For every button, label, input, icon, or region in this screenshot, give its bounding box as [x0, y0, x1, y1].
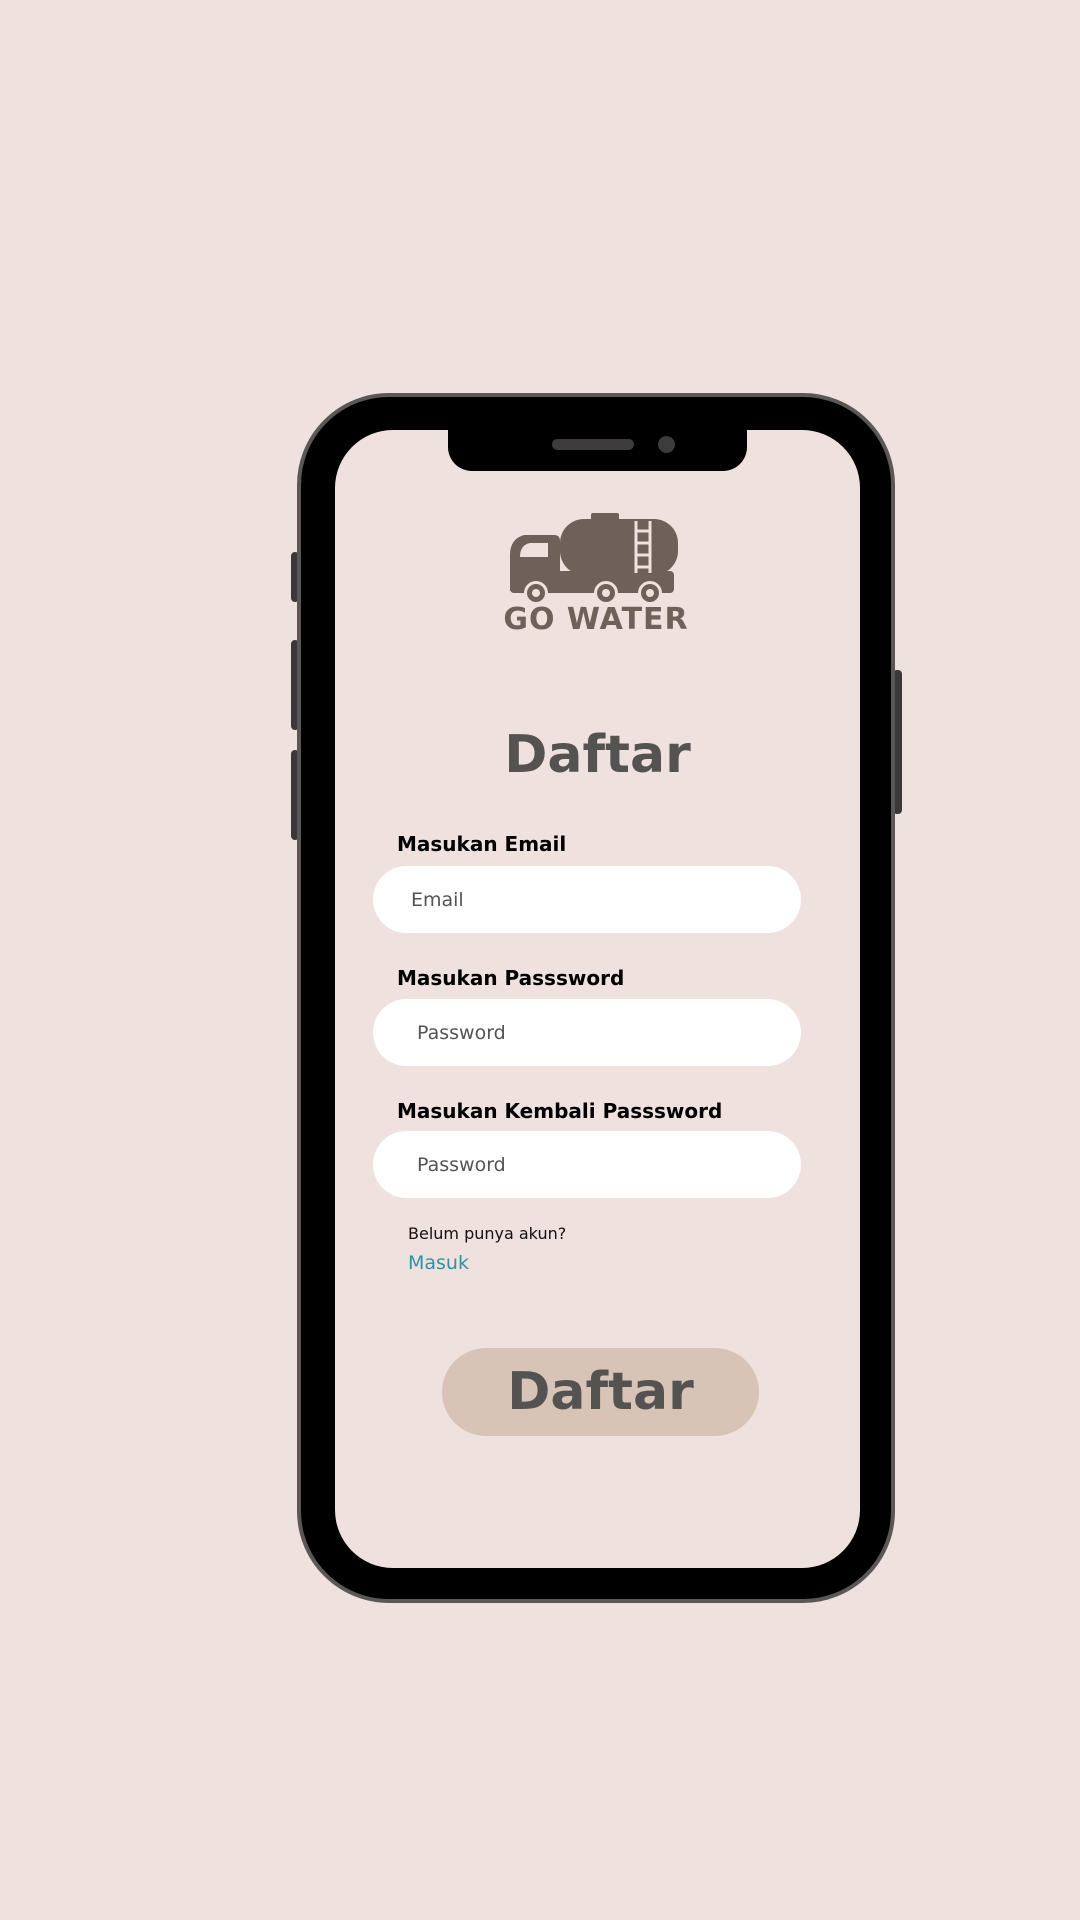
confirm-password-label: Masukan Kembali Passsword — [397, 1099, 723, 1123]
speaker-grille — [552, 439, 634, 450]
password-label: Masukan Passsword — [397, 966, 625, 990]
register-button[interactable]: Daftar — [442, 1348, 759, 1436]
water-tanker-truck-icon — [510, 513, 678, 605]
confirm-password-input[interactable] — [373, 1131, 801, 1198]
account-prompt-text: Belum punya akun? — [408, 1224, 567, 1243]
page-title: Daftar — [504, 725, 691, 785]
front-camera — [658, 436, 675, 453]
email-input[interactable] — [373, 866, 801, 933]
email-label: Masukan Email — [397, 832, 567, 856]
login-link[interactable]: Masuk — [408, 1250, 469, 1276]
password-input[interactable] — [373, 999, 801, 1066]
brand-logo-text: GO WATER — [503, 602, 689, 637]
